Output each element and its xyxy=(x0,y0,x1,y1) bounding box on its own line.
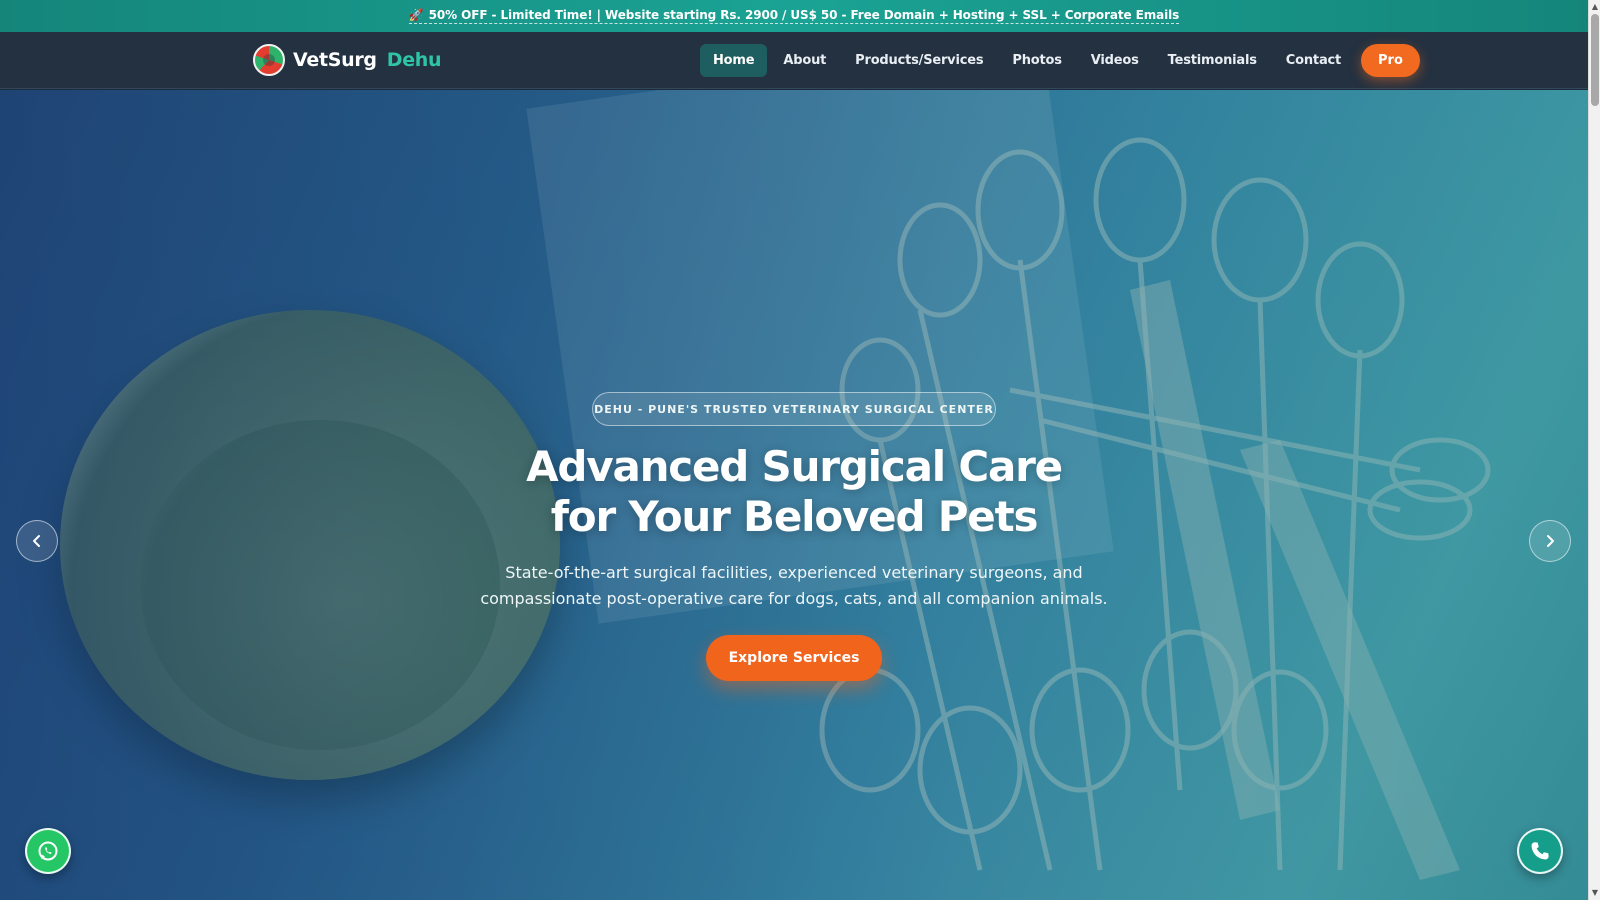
brand-logo[interactable]: VetSurg Dehu xyxy=(253,44,442,76)
nav-item-products-services[interactable]: Products/Services xyxy=(842,44,996,77)
hero-headline-line2: for Your Beloved Pets xyxy=(550,492,1039,541)
promo-bar: 🚀 50% OFF - Limited Time! | Website star… xyxy=(0,0,1588,32)
nav-item-videos[interactable]: Videos xyxy=(1078,44,1152,77)
promo-link[interactable]: 🚀 50% OFF - Limited Time! | Website star… xyxy=(408,8,1180,24)
chevron-right-icon xyxy=(1547,535,1554,547)
nav-item-contact[interactable]: Contact xyxy=(1273,44,1354,77)
pro-button[interactable]: Pro xyxy=(1361,44,1420,77)
nav-menu: Home About Products/Services Photos Vide… xyxy=(700,44,1420,77)
scrollbar-thumb[interactable] xyxy=(1591,14,1599,106)
phone-icon xyxy=(1531,842,1549,860)
whatsapp-icon xyxy=(38,841,58,861)
hero-slider: DEHU - PUNE'S TRUSTED VETERINARY SURGICA… xyxy=(0,90,1588,900)
rocket-icon: 🚀 xyxy=(408,8,424,22)
main-navbar: VetSurg Dehu Home About Products/Service… xyxy=(0,32,1588,89)
brand-name: VetSurg xyxy=(293,49,377,71)
nav-item-about[interactable]: About xyxy=(770,44,839,77)
slider-prev-button[interactable] xyxy=(16,520,58,562)
nav-item-testimonials[interactable]: Testimonials xyxy=(1155,44,1270,77)
hero-subtext: State-of-the-art surgical facilities, ex… xyxy=(444,560,1144,612)
hero-content: DEHU - PUNE'S TRUSTED VETERINARY SURGICA… xyxy=(0,90,1588,900)
hero-badge: DEHU - PUNE'S TRUSTED VETERINARY SURGICA… xyxy=(592,392,996,426)
whatsapp-button[interactable] xyxy=(25,828,71,874)
hero-headline: Advanced Surgical Care for Your Beloved … xyxy=(394,442,1194,542)
logo-icon xyxy=(253,44,285,76)
chevron-left-icon xyxy=(33,535,40,547)
hero-subtext-line1: State-of-the-art surgical facilities, ex… xyxy=(505,563,1083,582)
call-button[interactable] xyxy=(1517,828,1563,874)
scroll-up-icon[interactable]: ▲ xyxy=(1591,2,1599,12)
promo-text: 50% OFF - Limited Time! | Website starti… xyxy=(428,8,1180,22)
hero-headline-line1: Advanced Surgical Care xyxy=(526,442,1063,491)
brand-accent: Dehu xyxy=(386,49,442,71)
explore-services-button[interactable]: Explore Services xyxy=(706,635,882,681)
hero-subtext-line2: compassionate post-operative care for do… xyxy=(480,589,1108,608)
scroll-down-icon[interactable]: ▼ xyxy=(1591,888,1599,898)
page-scrollbar[interactable]: ▲ ▼ xyxy=(1588,0,1600,900)
slider-next-button[interactable] xyxy=(1529,520,1571,562)
nav-item-photos[interactable]: Photos xyxy=(999,44,1074,77)
nav-item-home[interactable]: Home xyxy=(700,44,768,77)
